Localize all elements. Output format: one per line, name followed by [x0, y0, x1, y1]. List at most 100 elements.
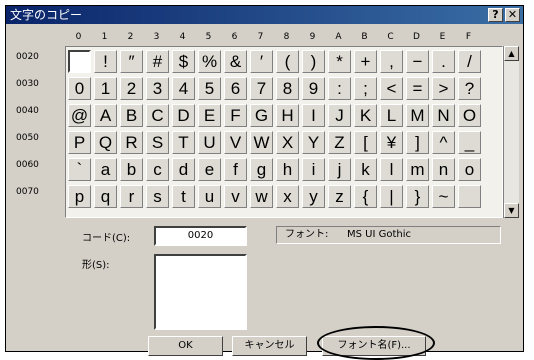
character-cell[interactable]: 9 [302, 77, 325, 100]
character-cell[interactable]: [ [354, 131, 377, 154]
character-cell[interactable]: a [94, 158, 117, 181]
character-cell[interactable]: J [328, 104, 351, 127]
character-cell[interactable]: H [276, 104, 299, 127]
character-cell[interactable]: D [172, 104, 195, 127]
character-cell[interactable]: ″ [120, 50, 143, 73]
character-cell[interactable]: t [172, 185, 195, 208]
character-cell[interactable]: l [380, 158, 403, 181]
close-button[interactable]: ✕ [505, 8, 520, 22]
character-cell[interactable]: m [406, 158, 429, 181]
character-cell[interactable]: − [406, 50, 429, 73]
character-cell[interactable]: K [354, 104, 377, 127]
character-cell[interactable]: h [276, 158, 299, 181]
character-cell[interactable]: j [328, 158, 351, 181]
scroll-up-button[interactable]: ▲ [504, 46, 519, 61]
character-cell[interactable]: ! [94, 50, 117, 73]
character-cell[interactable]: : [328, 77, 351, 100]
character-cell[interactable]: V [224, 131, 247, 154]
character-cell[interactable]: w [250, 185, 273, 208]
character-cell[interactable] [458, 185, 481, 208]
character-cell[interactable]: i [302, 158, 325, 181]
character-cell[interactable]: , [380, 50, 403, 73]
character-cell[interactable]: | [380, 185, 403, 208]
character-cell[interactable]: < [380, 77, 403, 100]
character-cell[interactable]: 2 [120, 77, 143, 100]
character-cell[interactable]: 8 [276, 77, 299, 100]
character-cell[interactable]: ( [276, 50, 299, 73]
character-cell[interactable]: > [432, 77, 455, 100]
character-cell[interactable]: { [354, 185, 377, 208]
character-cell[interactable]: 1 [94, 77, 117, 100]
character-cell[interactable]: q [94, 185, 117, 208]
ok-button[interactable]: OK [148, 336, 223, 356]
character-cell[interactable]: I [302, 104, 325, 127]
character-cell[interactable]: v [224, 185, 247, 208]
character-cell[interactable]: G [250, 104, 273, 127]
character-cell[interactable]: ? [458, 77, 481, 100]
character-cell[interactable]: X [276, 131, 299, 154]
character-cell[interactable]: z [328, 185, 351, 208]
character-cell[interactable]: 6 [224, 77, 247, 100]
character-cell[interactable]: o [458, 158, 481, 181]
character-cell[interactable]: ) [302, 50, 325, 73]
character-cell[interactable]: U [198, 131, 221, 154]
character-cell[interactable]: N [432, 104, 455, 127]
character-cell[interactable]: A [94, 104, 117, 127]
character-cell[interactable]: n [432, 158, 455, 181]
help-button[interactable]: ? [488, 8, 503, 22]
character-cell[interactable]: s [146, 185, 169, 208]
code-input[interactable]: 0020 [154, 226, 247, 246]
character-cell[interactable]: x [276, 185, 299, 208]
character-cell[interactable]: + [354, 50, 377, 73]
character-cell[interactable]: R [120, 131, 143, 154]
character-cell[interactable]: ~ [432, 185, 455, 208]
character-cell[interactable]: ′ [250, 50, 273, 73]
character-cell[interactable]: E [198, 104, 221, 127]
character-cell[interactable]: Z [328, 131, 351, 154]
character-cell[interactable]: . [432, 50, 455, 73]
character-cell[interactable]: 3 [146, 77, 169, 100]
character-cell[interactable]: P [68, 131, 91, 154]
character-cell[interactable]: y [302, 185, 325, 208]
character-cell[interactable]: c [146, 158, 169, 181]
character-cell[interactable]: ] [406, 131, 429, 154]
character-cell[interactable]: L [380, 104, 403, 127]
character-cell[interactable]: _ [458, 131, 481, 154]
character-cell[interactable]: M [406, 104, 429, 127]
character-cell[interactable]: C [146, 104, 169, 127]
character-cell[interactable]: F [224, 104, 247, 127]
character-cell[interactable]: e [198, 158, 221, 181]
character-cell[interactable]: } [406, 185, 429, 208]
character-cell[interactable]: 4 [172, 77, 195, 100]
character-cell[interactable]: g [250, 158, 273, 181]
character-cell[interactable]: k [354, 158, 377, 181]
character-cell[interactable]: u [198, 185, 221, 208]
character-cell[interactable]: # [146, 50, 169, 73]
character-cell[interactable]: B [120, 104, 143, 127]
cancel-button[interactable]: キャンセル [232, 336, 307, 356]
vertical-scrollbar[interactable]: ▲ ▼ [503, 46, 519, 218]
character-cell[interactable]: @ [68, 104, 91, 127]
character-cell[interactable]: ; [354, 77, 377, 100]
character-cell[interactable]: = [406, 77, 429, 100]
scroll-down-button[interactable]: ▼ [504, 203, 519, 218]
character-cell[interactable]: d [172, 158, 195, 181]
character-cell[interactable]: ^ [432, 131, 455, 154]
character-cell[interactable]: 5 [198, 77, 221, 100]
character-cell[interactable]: / [458, 50, 481, 73]
character-cell[interactable]: T [172, 131, 195, 154]
character-cell[interactable]: 0 [68, 77, 91, 100]
character-cell[interactable]: $ [172, 50, 195, 73]
character-cell[interactable]: ¥ [380, 131, 403, 154]
character-cell[interactable]: O [458, 104, 481, 127]
character-cell[interactable]: 7 [250, 77, 273, 100]
character-cell[interactable]: * [328, 50, 351, 73]
character-cell[interactable]: S [146, 131, 169, 154]
character-cell[interactable]: % [198, 50, 221, 73]
character-cell[interactable]: & [224, 50, 247, 73]
character-cell[interactable]: b [120, 158, 143, 181]
character-cell[interactable]: r [120, 185, 143, 208]
character-cell[interactable]: Y [302, 131, 325, 154]
character-cell[interactable]: W [250, 131, 273, 154]
character-cell[interactable]: f [224, 158, 247, 181]
